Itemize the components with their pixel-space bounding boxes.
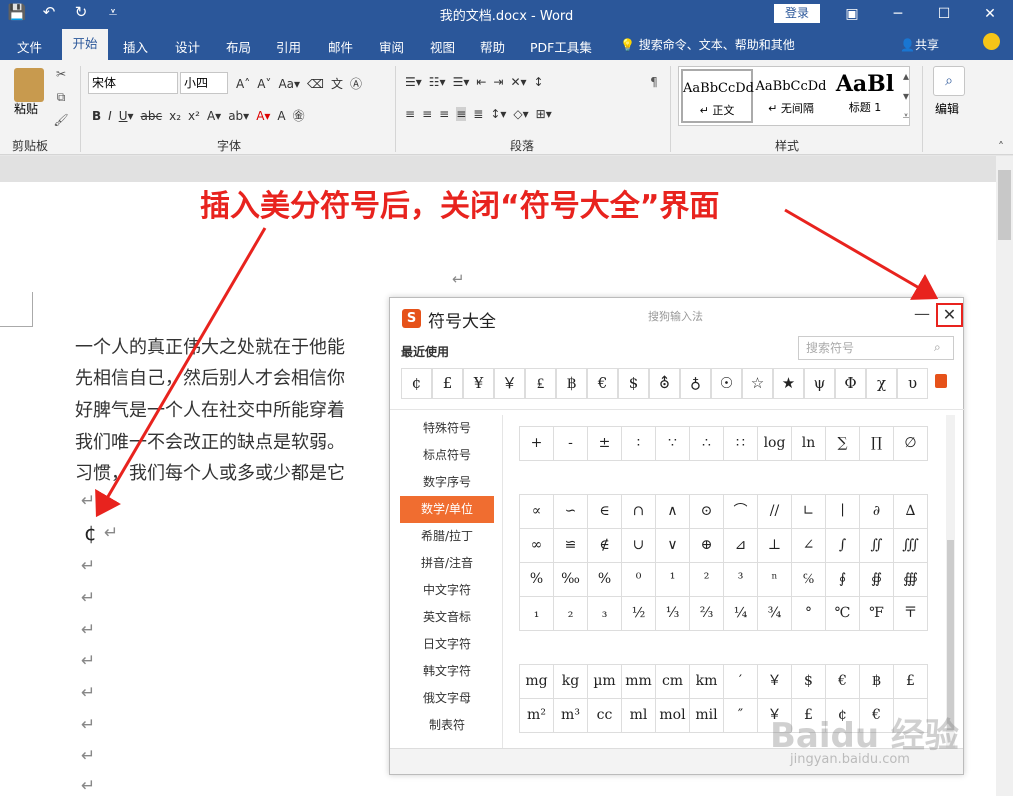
annotation-arrows: [95, 208, 939, 518]
arrow-to-close: [784, 208, 939, 300]
arrow-to-symbol: [95, 227, 267, 518]
watermark-url: jingyan.baidu.com: [790, 752, 910, 767]
watermark-logo: Baidu 经验: [770, 716, 959, 756]
